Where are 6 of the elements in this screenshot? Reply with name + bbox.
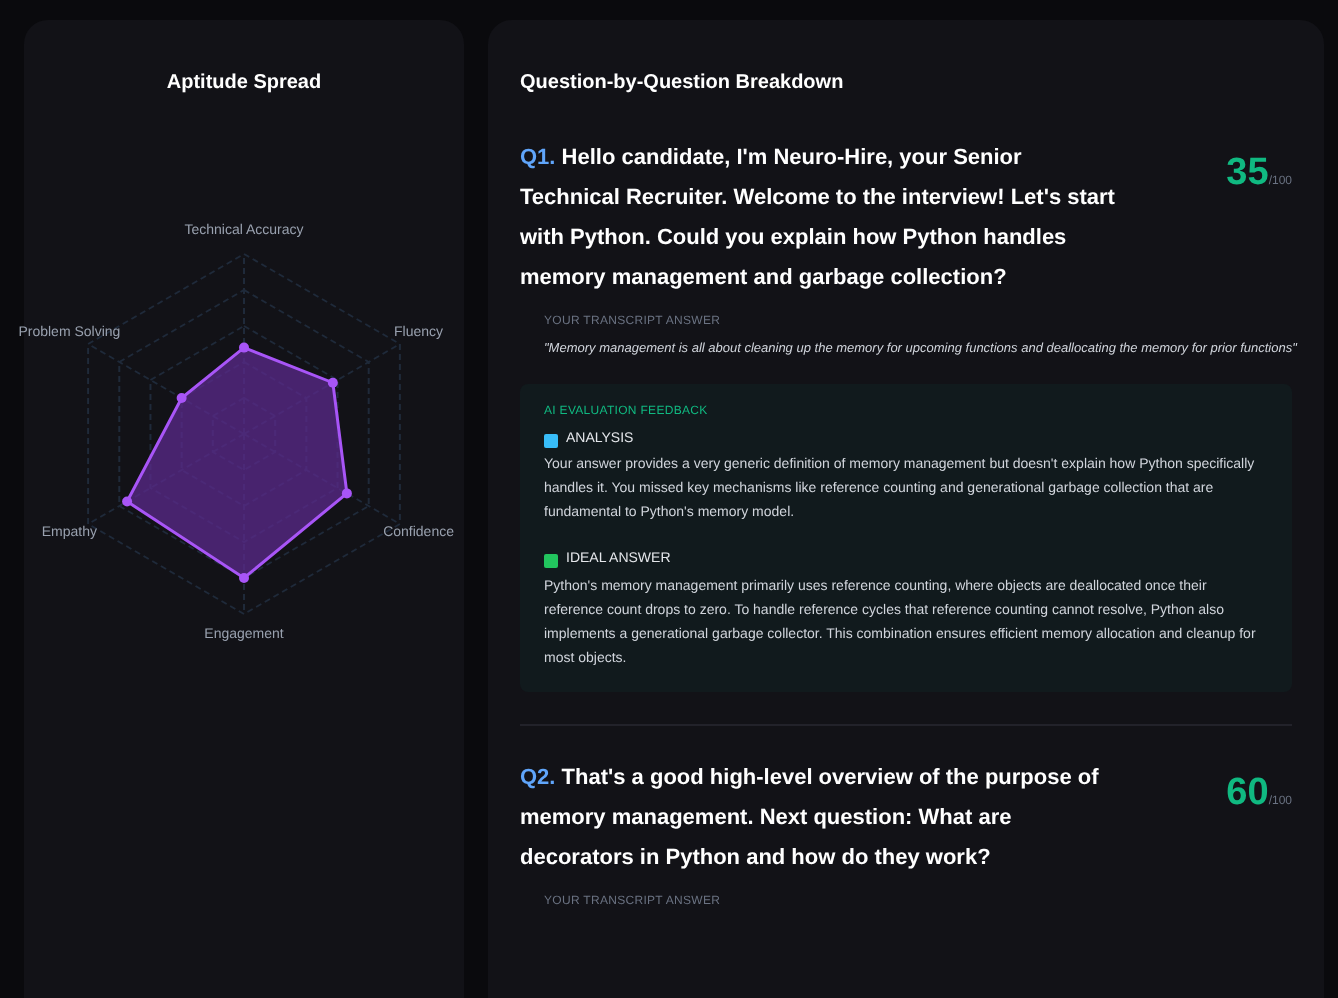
card-title: Aptitude Spread [166,70,322,98]
score: 35 [1226,150,1269,198]
question-text: Q1. Hello candidate, I'm Neuro-Hire, your Senior Technical Recruiter. Welcome to the interview! Let's start with Python. Could you explain how Python handles memory management and garbage collection? [520,144,1117,294]
card-title: Question-by-Question Breakdown [520,70,846,98]
score: 60 [1226,769,1269,818]
question-text: Q2. That's a good high-level overview of the purpose of memory management. Next question: What are decorators in Python and how do they work? [520,763,1101,874]
